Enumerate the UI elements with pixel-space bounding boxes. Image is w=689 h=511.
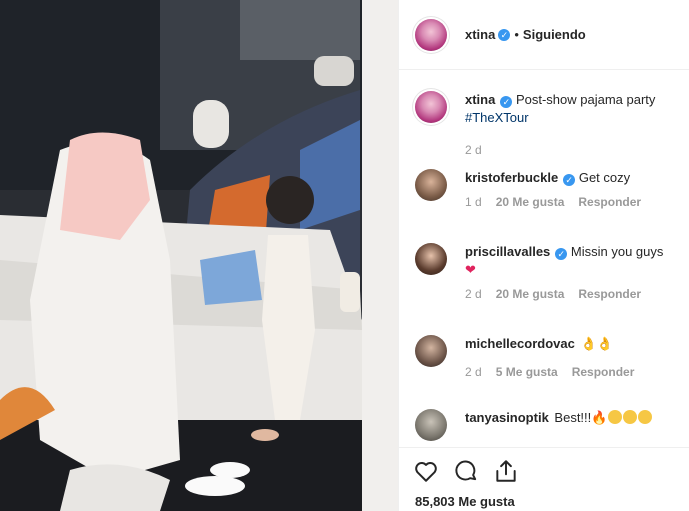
- comment-item: priscillavalles ✓ Missin you guys ❤ 2 d 2…: [415, 243, 679, 301]
- comment-username[interactable]: priscillavalles: [465, 244, 550, 259]
- reply-button[interactable]: Responder: [578, 287, 641, 301]
- comment-username[interactable]: kristoferbuckle: [465, 170, 558, 185]
- post-sidebar: xtina ✓ • Siguiendo xtina ✓ Post-show paj…: [398, 0, 689, 511]
- verified-badge-icon: ✓: [498, 28, 511, 41]
- follow-status-button[interactable]: Siguiendo: [523, 27, 586, 42]
- commenter-avatar[interactable]: [415, 335, 447, 367]
- likes-count[interactable]: 85,803 Me gusta: [415, 494, 515, 509]
- comment-icon[interactable]: [453, 458, 479, 484]
- comment-text: Best!!!: [554, 410, 592, 425]
- author-avatar[interactable]: [415, 18, 447, 51]
- caption-time[interactable]: 2 d: [465, 143, 482, 157]
- commenter-avatar[interactable]: [415, 409, 447, 441]
- heart-emoji-icon: ❤: [465, 262, 476, 277]
- heart-icon[interactable]: [413, 458, 439, 484]
- verified-badge-icon: ✓: [555, 248, 568, 260]
- reply-button[interactable]: Responder: [578, 195, 641, 209]
- comment-item: michellecordovac 👌👌 2 d 5 Me gusta Respo…: [415, 335, 679, 379]
- actions-divider: [399, 447, 689, 448]
- ok-hand-emoji-icon: 👌👌: [580, 336, 613, 351]
- verified-badge-icon: ✓: [563, 174, 576, 186]
- post-header: xtina ✓ • Siguiendo: [399, 0, 689, 70]
- author-username[interactable]: xtina: [465, 27, 495, 42]
- comments-list[interactable]: xtina ✓ Post-show pajama party #TheXTour …: [399, 71, 689, 447]
- comment-text: Missin you guys: [570, 244, 664, 259]
- caption-hashtag[interactable]: #TheXTour: [465, 110, 529, 125]
- caption: xtina ✓ Post-show pajama party #TheXTour …: [415, 91, 679, 157]
- comment-likes[interactable]: 20 Me gusta: [496, 195, 565, 209]
- verified-badge-icon: ✓: [500, 96, 513, 108]
- post-photo[interactable]: [0, 0, 398, 511]
- heart-eyes-emoji-icon: [608, 410, 623, 424]
- comment-text: Get cozy: [578, 170, 631, 185]
- caption-username[interactable]: xtina: [465, 92, 495, 107]
- comment-likes[interactable]: 20 Me gusta: [496, 287, 565, 301]
- comment-time[interactable]: 1 d: [465, 195, 482, 209]
- reply-button[interactable]: Responder: [572, 365, 635, 379]
- heart-eyes-emoji-icon: [638, 410, 653, 424]
- comment-username[interactable]: michellecordovac: [465, 336, 575, 351]
- comment-time[interactable]: 2 d: [465, 287, 482, 301]
- comment-likes[interactable]: 5 Me gusta: [496, 365, 558, 379]
- comment-time[interactable]: 2 d: [465, 365, 482, 379]
- comment-username[interactable]: tanyasinoptik: [465, 410, 549, 425]
- caption-avatar[interactable]: [415, 91, 447, 123]
- post-photo-image: [0, 0, 398, 511]
- fire-emoji-icon: 🔥: [591, 410, 608, 425]
- comment-item: tanyasinoptik Best!!!🔥: [415, 409, 679, 441]
- comment-item: kristoferbuckle ✓ Get cozy 1 d 20 Me gust…: [415, 169, 679, 209]
- heart-eyes-emoji-icon: [623, 410, 638, 424]
- share-icon[interactable]: [493, 458, 519, 484]
- commenter-avatar[interactable]: [415, 169, 447, 201]
- post-actions: [413, 458, 519, 484]
- header-separator: •: [514, 27, 519, 42]
- caption-text: Post-show pajama party: [515, 92, 656, 107]
- commenter-avatar[interactable]: [415, 243, 447, 275]
